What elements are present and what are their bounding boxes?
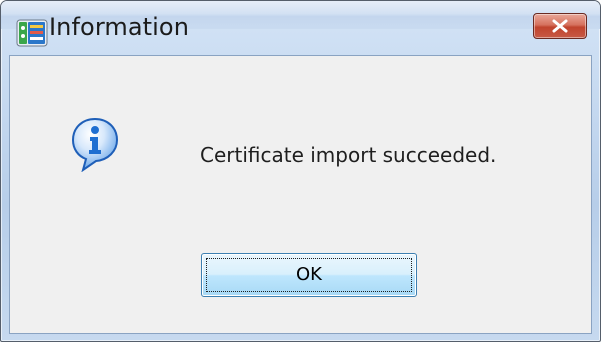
dialog-body: Certificate import succeeded. OK	[9, 55, 592, 334]
ok-button[interactable]: OK	[201, 253, 417, 297]
close-icon	[552, 19, 568, 33]
message-text: Certificate import succeeded.	[200, 143, 497, 167]
ok-button-label: OK	[296, 264, 322, 285]
certificate-app-icon	[14, 15, 50, 51]
close-button[interactable]	[533, 13, 587, 39]
window-title: Information	[49, 13, 190, 41]
information-dialog: Information Certificate import succeeded…	[0, 0, 601, 342]
info-icon	[70, 116, 120, 173]
